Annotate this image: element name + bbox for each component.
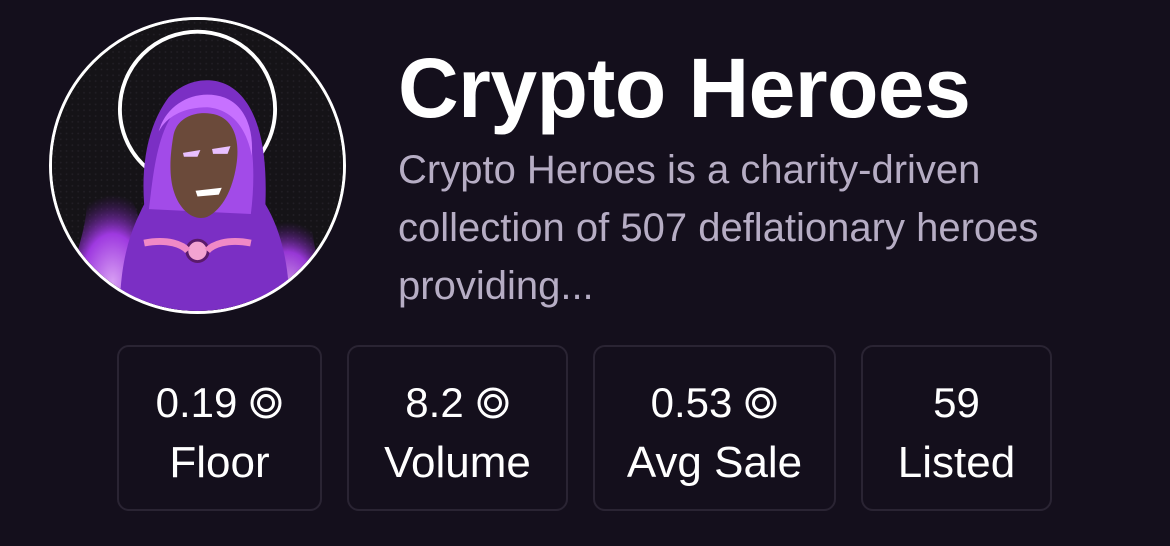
stat-label: Floor <box>169 438 270 487</box>
stat-value: 0.19 <box>155 379 238 426</box>
stat-card-avg-sale[interactable]: 0.53 Avg Sale <box>593 345 836 511</box>
stat-label: Listed <box>897 438 1016 487</box>
collection-description: Crypto Heroes is a charity-driven collec… <box>398 148 1039 308</box>
stat-card-floor[interactable]: 0.19 Floor <box>117 345 322 511</box>
token-icon <box>249 386 283 420</box>
hooded-hero-avatar-icon <box>52 20 343 311</box>
collection-avatar <box>49 17 346 314</box>
stat-card-listed[interactable]: 59 Listed <box>861 345 1052 511</box>
collection-title: Crypto Heroes <box>398 41 971 135</box>
stat-card-volume[interactable]: 8.2 Volume <box>347 345 568 511</box>
stat-value: 8.2 <box>405 379 464 426</box>
stat-value: 59 <box>933 379 980 426</box>
collection-header: Crypto Heroes Crypto Heroes is a charity… <box>0 0 1170 546</box>
stat-label: Volume <box>384 438 531 487</box>
stat-value: 0.53 <box>650 379 733 426</box>
stat-label: Avg Sale <box>626 438 803 487</box>
token-icon <box>744 386 778 420</box>
token-icon <box>476 386 510 420</box>
